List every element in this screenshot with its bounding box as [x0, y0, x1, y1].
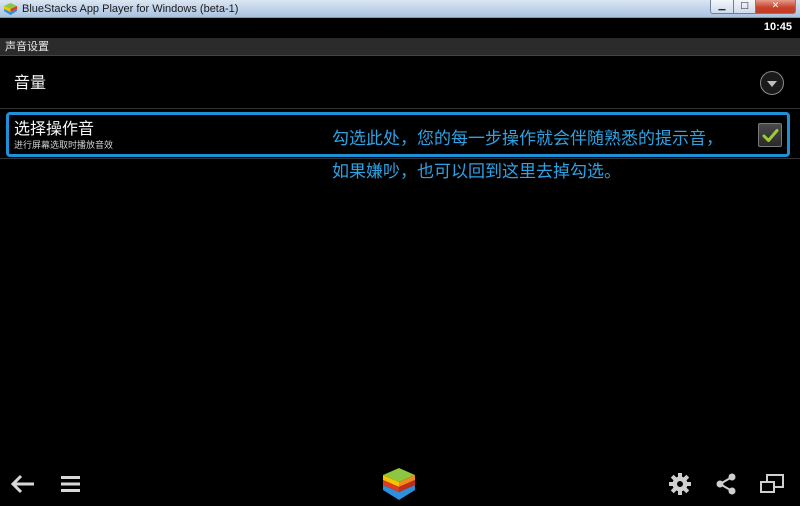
- menu-icon: [61, 476, 80, 492]
- annotation-line-1: 勾选此处，您的每一步操作就会伴随熟悉的提示音，: [332, 129, 723, 149]
- status-clock: 10:45: [763, 21, 792, 33]
- volume-setting-row[interactable]: 音量: [0, 57, 800, 109]
- page-title: 声音设置: [5, 40, 49, 53]
- window-controls: ▁ □ ✕: [710, 0, 796, 14]
- selection-sound-title: 选择操作音: [14, 119, 95, 138]
- back-button[interactable]: [9, 470, 37, 498]
- bottom-navigation-bar: [0, 462, 800, 506]
- bluestacks-logo-icon: [4, 3, 17, 15]
- volume-label: 音量: [14, 73, 47, 92]
- checkmark-icon: [762, 129, 779, 142]
- window-title: BlueStacks App Player for Windows (beta-…: [22, 3, 239, 15]
- close-button[interactable]: ✕: [756, 0, 796, 14]
- window-title-bar: BlueStacks App Player for Windows (beta-…: [0, 0, 800, 18]
- volume-expand-button[interactable]: [760, 71, 784, 95]
- home-button[interactable]: [380, 466, 418, 502]
- menu-button[interactable]: [57, 470, 85, 498]
- selection-sound-summary: 进行屏幕选取时播放音效: [14, 141, 114, 151]
- selection-sound-checkbox[interactable]: [758, 123, 782, 147]
- share-icon: [716, 473, 736, 495]
- share-button[interactable]: [712, 470, 740, 498]
- maximize-button[interactable]: □: [734, 0, 756, 14]
- annotation-line-2: 如果嫌吵，也可以回到这里去掉勾选。: [332, 162, 621, 182]
- bluestacks-home-icon: [383, 468, 415, 500]
- screen-mode-button[interactable]: [758, 470, 786, 498]
- action-bar: 声音设置: [0, 38, 800, 56]
- back-arrow-icon: [10, 474, 34, 494]
- gear-icon: [669, 473, 691, 495]
- status-bar: 10:45: [0, 18, 800, 38]
- chevron-down-icon: [767, 81, 777, 87]
- settings-button[interactable]: [666, 470, 694, 498]
- minimize-button[interactable]: ▁: [710, 0, 734, 14]
- list-divider: [0, 158, 800, 159]
- screen-rotate-icon: [760, 474, 784, 493]
